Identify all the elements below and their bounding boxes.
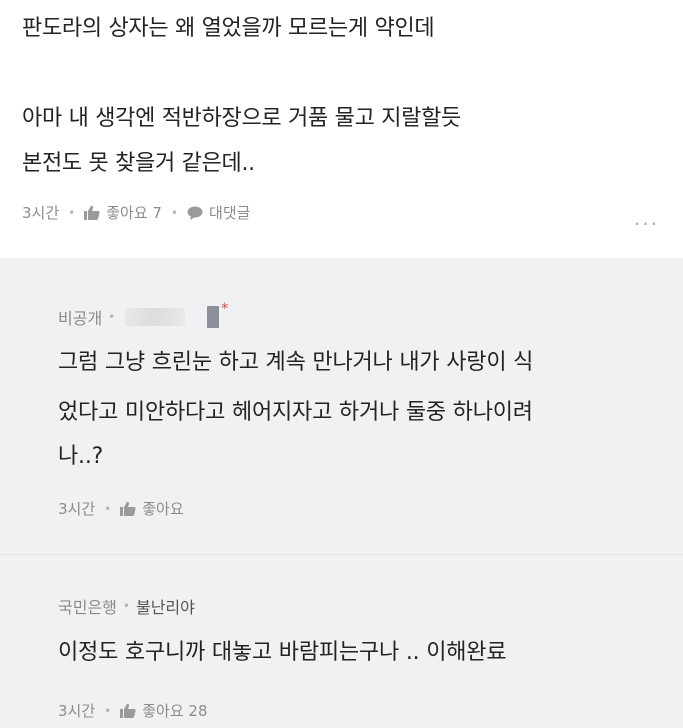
blurred-badge — [207, 306, 220, 328]
speech-bubble-icon — [187, 206, 203, 220]
reply-author: 국민은행 — [58, 598, 117, 617]
thumbs-up-icon — [120, 501, 136, 516]
comment-text-line: 본전도 못 찾을거 같은데.. — [22, 151, 255, 176]
like-count-label: 좋아요 28 — [142, 702, 208, 720]
reply-text-line: 이정도 호구니까 대놓고 바람피는구나 .. 이해완료 — [58, 640, 507, 665]
reply-list: 비공개 • * 그럼 그냥 흐린눈 하고 계속 만나거나 내가 사랑이 식 었다… — [0, 258, 683, 728]
reply-time: 3시간 — [58, 500, 96, 518]
reply-author-row: 비공개 • * — [58, 301, 228, 329]
reply-label: 대댓글 — [209, 204, 251, 222]
like-button[interactable]: 좋아요 28 — [120, 700, 208, 721]
reply-author-row: 국민은행 • 불난리야 — [58, 594, 195, 618]
reply-divider — [0, 554, 683, 555]
thumbs-up-icon — [84, 205, 100, 220]
thumbs-up-icon — [120, 703, 136, 718]
reply-time: 3시간 — [58, 702, 96, 720]
main-comment: 판도라의 상자는 왜 열었을까 모르는게 약인데 아마 내 생각엔 적반하장으로… — [0, 0, 683, 258]
reply-author: 비공개 — [58, 309, 103, 328]
reply-meta: 3시간 • 좋아요 — [58, 498, 184, 519]
separator-dot: • — [122, 599, 130, 613]
like-label: 좋아요 — [142, 500, 184, 518]
comment-text-line: 판도라의 상자는 왜 열었을까 모르는게 약인데 — [22, 16, 435, 41]
separator-dot: • — [104, 703, 112, 718]
author-star-icon: * — [221, 301, 229, 317]
more-options-icon[interactable]: ··· — [634, 212, 659, 236]
separator-dot: • — [104, 501, 112, 516]
separator-dot: • — [170, 205, 179, 220]
reply-text-line: 었다고 미안하다고 헤어지자고 하거나 둘중 하나이려 — [58, 400, 533, 425]
comment-time: 3시간 — [22, 204, 60, 222]
like-count-label: 좋아요 7 — [106, 204, 162, 222]
separator-dot: • — [108, 310, 116, 324]
reply-text-line: 나..? — [58, 444, 104, 469]
reply-text-line: 그럼 그냥 흐린눈 하고 계속 만나거나 내가 사랑이 식 — [58, 350, 534, 375]
like-button[interactable]: 좋아요 7 — [84, 202, 162, 223]
comment-meta: 3시간 • 좋아요 7 • 대댓글 — [22, 202, 250, 223]
reply-meta: 3시간 • 좋아요 28 — [58, 700, 208, 721]
reply-button[interactable]: 대댓글 — [187, 202, 250, 223]
blurred-nickname — [125, 308, 186, 326]
like-button[interactable]: 좋아요 — [120, 498, 184, 519]
comment-text-line: 아마 내 생각엔 적반하장으로 거품 물고 지랄할듯 — [22, 106, 461, 131]
separator-dot: • — [68, 205, 76, 220]
reply-nickname: 불난리야 — [135, 598, 195, 617]
